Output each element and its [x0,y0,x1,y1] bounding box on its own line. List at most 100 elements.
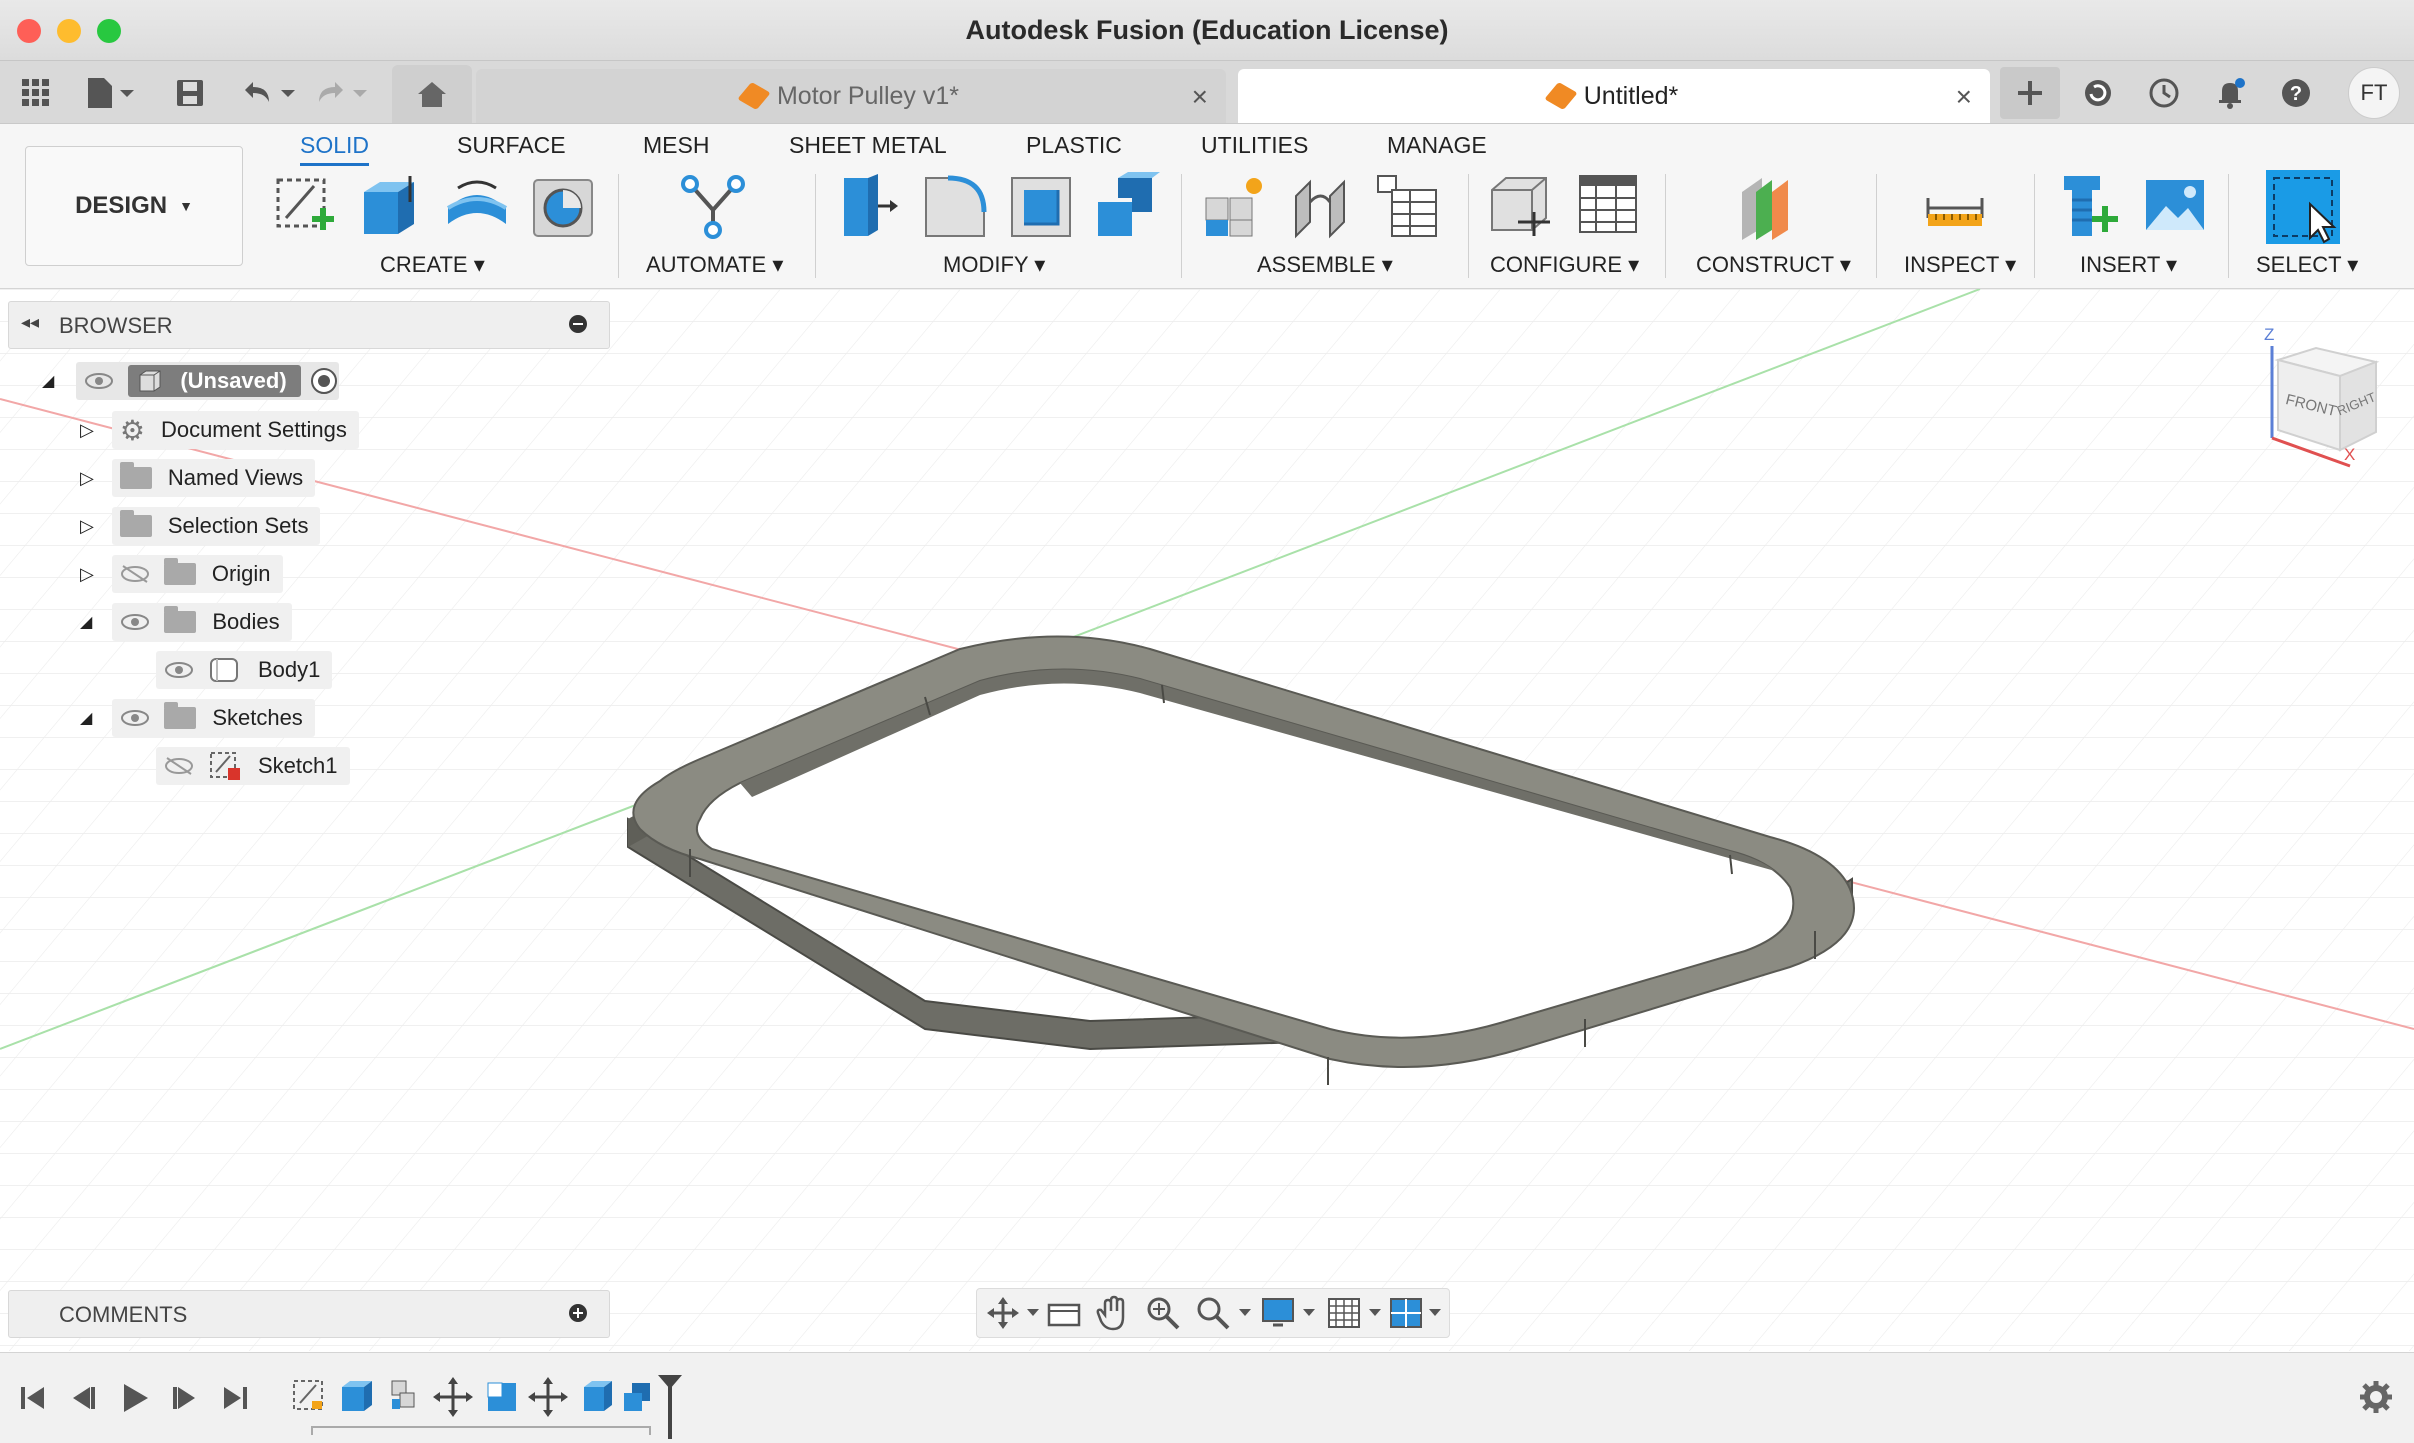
inspect-menu[interactable]: INSPECT ▾ [1904,252,2016,278]
help-button[interactable]: ? [2276,73,2316,113]
close-tab-icon[interactable]: × [1956,81,1972,113]
add-comment-icon[interactable] [569,1304,587,1322]
select-menu[interactable]: SELECT ▾ [2256,252,2358,278]
tree-item-document-settings[interactable]: ▷ ⚙ Document Settings [80,410,359,450]
hole-icon[interactable] [530,172,596,242]
collapse-arrows-icon[interactable]: ◂◂ [21,312,39,333]
tree-item-body1[interactable]: Body1 [156,650,333,690]
close-tab-icon[interactable]: × [1192,81,1208,113]
configuration-table-icon[interactable] [1576,172,1642,242]
construct-menu[interactable]: CONSTRUCT ▾ [1696,252,1851,278]
tab-solid[interactable]: SOLID [300,132,370,166]
select-icon[interactable] [2264,168,2342,246]
create-menu[interactable]: CREATE ▾ [380,252,485,278]
timeline-features[interactable] [290,1375,680,1435]
viewports-button[interactable] [1389,1295,1447,1331]
display-settings-button[interactable] [1261,1295,1319,1331]
construct-plane-icon[interactable] [1738,172,1804,242]
create-sketch-icon[interactable] [272,172,338,242]
assemble-menu[interactable]: ASSEMBLE ▾ [1257,252,1393,278]
timeline-extrude-icon [342,1381,372,1411]
job-status-button[interactable] [2144,73,2184,113]
press-pull-icon[interactable] [838,172,904,242]
user-avatar[interactable]: FT [2348,67,2400,119]
tree-item-sketch1[interactable]: Sketch1 [156,746,350,786]
notifications-button[interactable] [2210,73,2250,113]
tree-item-selection-sets[interactable]: ▷ Selection Sets [80,506,321,546]
eye-icon[interactable] [84,372,114,390]
tab-utilities[interactable]: UTILITIES [1201,132,1308,159]
tree-item-named-views[interactable]: ▷ Named Views [80,458,316,498]
browser-panel-header[interactable]: ◂◂ BROWSER [8,301,610,349]
insert-mcmaster-icon[interactable] [2056,172,2122,242]
modify-menu[interactable]: MODIFY ▾ [943,252,1045,278]
eye-icon[interactable] [164,661,194,679]
tree-item-origin[interactable]: ▷ Origin [80,554,283,594]
undo-button[interactable] [238,73,298,113]
go-to-end-button[interactable] [220,1383,250,1413]
extensions-button[interactable] [2078,73,2118,113]
eye-hidden-icon[interactable] [120,565,150,583]
redo-button[interactable] [310,73,370,113]
tab-sheet-metal[interactable]: SHEET METAL [789,132,947,159]
timeline-settings-button[interactable] [2358,1379,2394,1415]
step-back-button[interactable] [68,1383,98,1413]
data-panel-button[interactable] [16,73,56,113]
grid-settings-button[interactable] [1327,1295,1385,1331]
tab-plastic[interactable]: PLASTIC [1026,132,1122,159]
revolve-icon[interactable] [444,172,510,242]
expand-triangle-icon[interactable]: ▷ [80,564,94,585]
expand-triangle-icon[interactable]: ▷ [80,516,94,537]
timeline-marker[interactable] [656,1373,684,1439]
comments-panel-header[interactable]: COMMENTS [8,1290,610,1338]
pan-button[interactable] [1095,1295,1131,1331]
browser-root[interactable]: ◢ (Unsaved) [42,361,339,401]
combine-icon[interactable] [1094,172,1160,242]
orbit-button[interactable] [987,1297,1041,1329]
file-menu-button[interactable] [80,73,144,113]
step-forward-button[interactable] [170,1383,200,1413]
fillet-icon[interactable] [922,172,988,242]
measure-icon[interactable] [1922,172,1988,242]
bill-of-materials-icon[interactable] [1374,172,1440,242]
expand-triangle-icon[interactable]: ▷ [80,420,94,441]
canvas-viewport[interactable] [0,289,2414,1351]
expand-triangle-icon[interactable]: ▷ [80,468,94,489]
folder-icon [163,558,196,585]
eye-icon[interactable] [120,613,150,631]
collapse-triangle-icon[interactable]: ◢ [42,371,54,391]
tab-motor-pulley[interactable]: Motor Pulley v1* × [476,69,1226,123]
tab-untitled[interactable]: Untitled* × [1238,69,1990,123]
save-button[interactable] [170,73,210,113]
tab-manage[interactable]: MANAGE [1387,132,1487,159]
collapse-triangle-icon[interactable]: ◢ [80,708,92,728]
new-component-icon[interactable] [1202,172,1268,242]
new-tab-button[interactable] [2000,67,2060,119]
viewcube[interactable]: FRONT RIGHT Z X [2250,318,2390,468]
panel-options-icon[interactable] [569,315,587,333]
automate-menu[interactable]: AUTOMATE ▾ [646,252,783,278]
activate-radio-icon[interactable] [309,366,339,396]
eye-hidden-icon[interactable] [164,757,194,775]
extrude-icon[interactable] [358,172,424,242]
shell-icon[interactable] [1008,172,1074,242]
configure-icon[interactable] [1488,172,1554,242]
home-button[interactable] [392,65,472,123]
insert-canvas-icon[interactable] [2142,172,2208,242]
workspace-switcher[interactable]: DESIGN ▼ [25,146,243,266]
tree-item-sketches[interactable]: ◢ Sketches [80,698,315,738]
insert-menu[interactable]: INSERT ▾ [2080,252,2177,278]
collapse-triangle-icon[interactable]: ◢ [80,612,92,632]
go-to-start-button[interactable] [18,1383,48,1413]
tree-item-bodies[interactable]: ◢ Bodies [80,602,292,642]
zoom-button[interactable] [1145,1295,1181,1331]
look-at-button[interactable] [1047,1297,1081,1329]
tab-mesh[interactable]: MESH [643,132,709,159]
play-button[interactable] [118,1381,152,1415]
fit-button[interactable] [1195,1295,1253,1331]
configure-menu[interactable]: CONFIGURE ▾ [1490,252,1639,278]
eye-icon[interactable] [120,709,150,727]
joint-icon[interactable] [1288,172,1354,242]
automate-icon[interactable] [680,172,746,242]
tab-surface[interactable]: SURFACE [457,132,566,159]
